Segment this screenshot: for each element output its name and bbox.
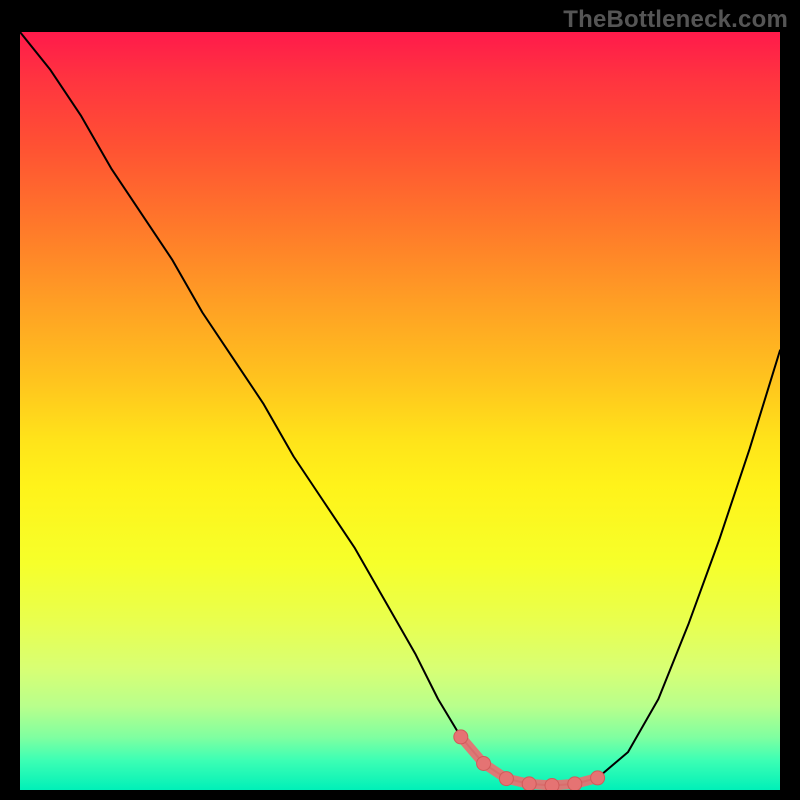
- optimum-markers: [454, 730, 605, 790]
- watermark: TheBottleneck.com: [563, 6, 788, 34]
- chart-frame: TheBottleneck.com: [0, 0, 800, 800]
- bottleneck-curve: [20, 32, 780, 786]
- chart-overlay: [20, 32, 780, 790]
- plot-area: [20, 32, 780, 790]
